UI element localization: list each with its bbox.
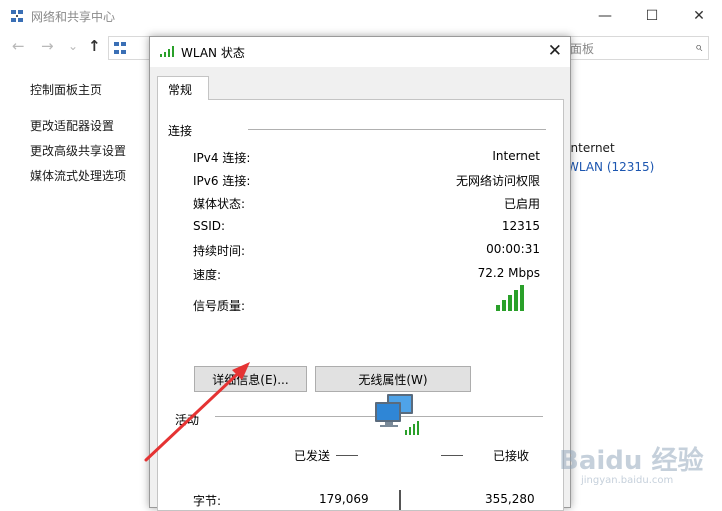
sent-label: 已发送 (294, 449, 331, 463)
dialog-title: WLAN 状态 (181, 46, 245, 60)
watermark-logo-text: Baidu 经验 (559, 446, 704, 476)
ssid-label: SSID: (193, 219, 226, 233)
wifi-signal-icon (160, 46, 174, 57)
search-input[interactable]: 面板 ⌕ (567, 36, 709, 60)
access-type-value: Internet (567, 141, 615, 155)
connection-divider (248, 129, 546, 130)
received-label: 已接收 (493, 449, 530, 463)
window-title: 网络和共享中心 (31, 10, 116, 24)
media-state-label: 媒体状态: (193, 197, 246, 211)
signal-bar-3 (508, 295, 512, 311)
back-arrow-icon[interactable]: ← (12, 37, 25, 55)
bytes-sent-value: 179,069 (319, 492, 369, 506)
close-button[interactable]: ✕ (676, 0, 722, 32)
minimize-button[interactable]: — (582, 0, 628, 32)
maximize-button[interactable]: ☐ (629, 0, 675, 32)
sent-dash (336, 455, 358, 456)
tab-general[interactable]: 常规 (157, 76, 209, 100)
recent-locations-chevron-down-icon[interactable]: ⌄ (68, 39, 78, 53)
signal-bar-1 (496, 305, 500, 311)
wlan-connection-link[interactable]: WLAN (12315) (567, 160, 654, 174)
watermark-url: jingyan.baidu.com (581, 475, 674, 486)
duration-value: 00:00:31 (486, 242, 540, 256)
signal-bar-5 (520, 285, 524, 311)
window-titlebar: 网络和共享中心 — ☐ ✕ (0, 0, 722, 32)
wireless-properties-button[interactable]: 无线属性(W) (315, 366, 471, 392)
signal-bar-4 (514, 290, 518, 311)
duration-label: 持续时间: (193, 244, 246, 258)
ipv6-value: 无网络访问权限 (455, 174, 540, 188)
baidu-jingyan-watermark: Baidu 经验 jingyan.baidu.com (555, 440, 715, 498)
bytes-label: 字节: (193, 494, 222, 508)
network-computers-icon (375, 394, 419, 435)
search-icon[interactable]: ⌕ (695, 40, 702, 55)
connection-group-title: 连接 (168, 124, 193, 138)
signal-strength-bars-icon (496, 285, 524, 311)
network-location-icon (114, 42, 126, 54)
bytes-separator (399, 490, 401, 510)
change-adapter-settings-link[interactable]: 更改适配器设置 (30, 117, 114, 134)
forward-arrow-icon[interactable]: → (41, 37, 54, 55)
signal-quality-label: 信号质量: (193, 299, 246, 313)
dialog-titlebar: WLAN 状态 ✕ (150, 37, 570, 67)
network-app-icon (11, 10, 23, 22)
media-state-value: 已启用 (503, 197, 540, 211)
change-advanced-sharing-link[interactable]: 更改高级共享设置 (30, 142, 126, 159)
ipv6-label: IPv6 连接: (193, 174, 251, 188)
ssid-value: 12315 (501, 219, 540, 233)
search-placeholder: 面板 (570, 42, 595, 56)
signal-bar-2 (502, 300, 506, 311)
received-dash (441, 455, 463, 456)
dialog-close-button[interactable]: ✕ (548, 41, 562, 61)
ipv4-value: Internet (492, 149, 540, 163)
speed-label: 速度: (193, 268, 222, 282)
control-panel-home-link[interactable]: 控制面板主页 (30, 81, 102, 98)
speed-value: 72.2 Mbps (477, 266, 540, 280)
red-annotation-arrow (144, 362, 250, 462)
media-streaming-options-link[interactable]: 媒体流式处理选项 (30, 167, 126, 184)
ipv4-label: IPv4 连接: (193, 151, 251, 165)
bytes-received-value: 355,280 (485, 492, 535, 506)
up-arrow-icon[interactable]: ↑ (88, 37, 101, 55)
